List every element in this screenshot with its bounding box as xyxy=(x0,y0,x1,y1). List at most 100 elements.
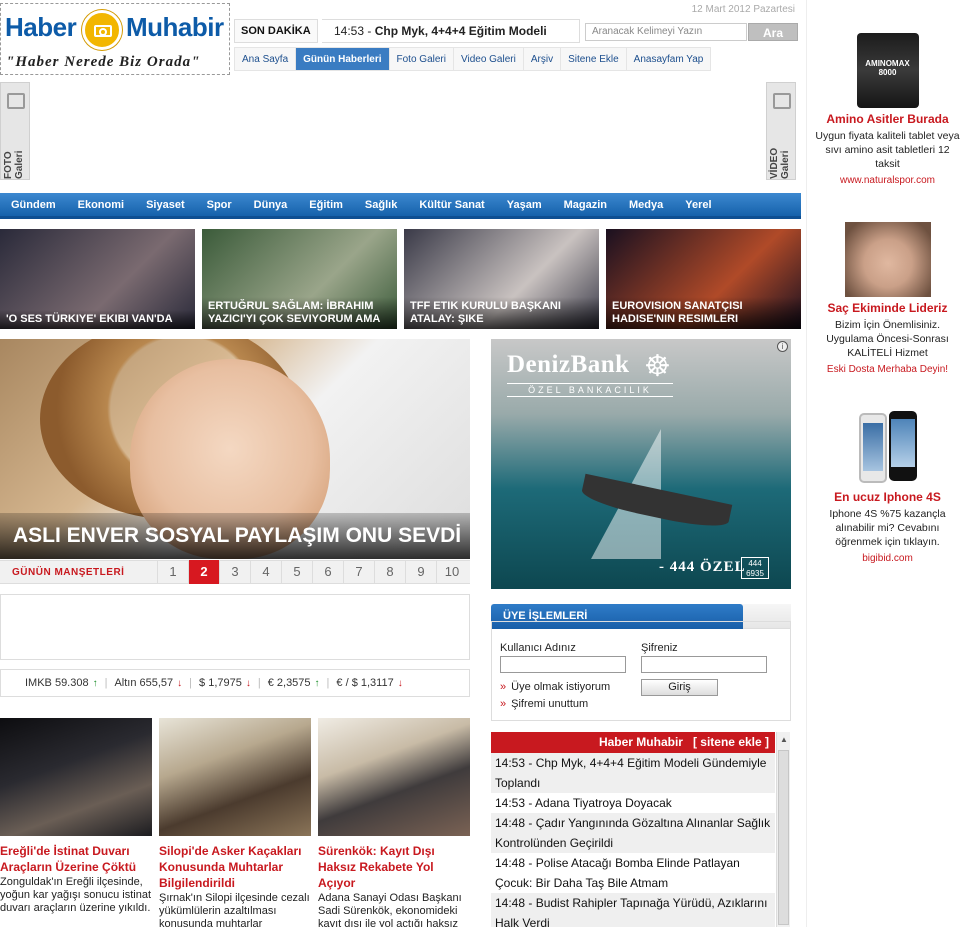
denizbank-ad[interactable]: DenizBank ☸ ÖZEL BANKACILIK - 444 ÖZEL 4… xyxy=(491,339,791,589)
ad-iphone[interactable]: En ucuz Iphone 4S Iphone 4S %75 kazançla… xyxy=(807,411,967,564)
market-item: € / $ 1,3117 ↓ xyxy=(336,677,402,689)
thumbnail-caption[interactable]: TFF Etik Kurulu Başkanı Atalay: Şike xyxy=(404,297,599,329)
chevron-right-icon: » xyxy=(500,681,507,693)
category-item[interactable]: Yerel xyxy=(674,199,722,211)
arrow-up-icon: ↑ xyxy=(92,678,98,689)
pager-page[interactable]: 10 xyxy=(436,560,467,584)
pager-page[interactable]: 4 xyxy=(250,560,281,584)
username-input[interactable] xyxy=(500,656,626,673)
topnav-item[interactable]: Sitene Ekle xyxy=(561,47,627,71)
news-card[interactable]: Sürenkök: Kayıt Dışı Haksız Rekabete Yol… xyxy=(318,718,470,927)
news-card[interactable]: Silopi'de Asker Kaçakları Konusunda Muht… xyxy=(159,718,311,927)
news-title[interactable]: Ereğli'de İstinat Duvarı Araçların Üzeri… xyxy=(0,843,152,875)
pager-page[interactable]: 3 xyxy=(219,560,250,584)
category-item[interactable]: Yaşam xyxy=(496,199,553,211)
forgot-password-link[interactable]: » Şifremi unuttum xyxy=(500,698,588,710)
login-button[interactable]: Giriş xyxy=(641,679,718,696)
topnav-item[interactable]: Ana Sayfa xyxy=(234,47,297,71)
search-button[interactable]: Ara xyxy=(748,23,798,41)
photo-gallery-label: FOTO Galeri xyxy=(3,150,25,179)
breaking-news-ticker[interactable]: 14:53 - Chp Myk, 4+4+4 Eğitim Modeli xyxy=(322,19,580,43)
market-value: IMKB 59.308 xyxy=(25,677,89,689)
headline-caption[interactable]: ASLI ENVER SOSYAL PAYLAŞIM ONU SEVDİ xyxy=(0,513,470,559)
thumbnail-caption[interactable]: 'O Ses Türkiye' ekibi Van'da xyxy=(0,310,195,329)
search-input[interactable]: Aranacak Kelimeyi Yazın xyxy=(585,23,747,41)
video-gallery-tab[interactable]: VİDEO Galeri xyxy=(766,82,796,180)
thumbnail-news[interactable]: 'O Ses Türkiye' ekibi Van'da xyxy=(0,229,195,329)
pager-page[interactable]: 2 xyxy=(188,560,219,584)
news-title[interactable]: Sürenkök: Kayıt Dışı Haksız Rekabete Yol… xyxy=(318,843,470,891)
category-item[interactable]: Dünya xyxy=(243,199,299,211)
site-logo[interactable]: Haber Muhabir "Haber Nerede Biz Orada" xyxy=(0,3,230,75)
separator: | xyxy=(257,677,261,689)
headline-photo[interactable]: ASLI ENVER SOSYAL PAYLAŞIM ONU SEVDİ xyxy=(0,339,470,559)
feed-scrollbar[interactable]: ▲ xyxy=(776,732,790,927)
separator: | xyxy=(189,677,193,689)
feed-item[interactable]: 14:53 - Adana Tiyatroya Doyacak xyxy=(491,793,775,813)
topnav-item[interactable]: Anasayfam Yap xyxy=(626,47,712,71)
pager-page[interactable]: 9 xyxy=(405,560,436,584)
category-item[interactable]: Siyaset xyxy=(135,199,196,211)
category-item[interactable]: Kültür Sanat xyxy=(408,199,495,211)
ad-hair[interactable]: Saç Ekiminde Lideriz Bizim İçin Önemlisi… xyxy=(807,222,967,375)
supplement-image: AMINOMAX 8000 xyxy=(856,33,919,108)
ad-info-icon[interactable]: i xyxy=(777,341,788,352)
ad-title[interactable]: Saç Ekiminde Lideriz xyxy=(807,301,967,315)
feed-add-link[interactable]: [ sitene ekle ] xyxy=(693,735,769,749)
password-label: Şifreniz xyxy=(641,642,678,654)
feed-item[interactable]: 14:48 - Budist Rahipler Tapınağa Yürüdü,… xyxy=(491,893,775,927)
bank-subtitle: ÖZEL BANKACILIK xyxy=(507,383,673,397)
scroll-up-icon[interactable]: ▲ xyxy=(780,735,788,744)
category-item[interactable]: Medya xyxy=(618,199,674,211)
thumbnail-news[interactable]: Ertuğrul Sağlam: İbrahim Yazıcı'yı çok s… xyxy=(202,229,397,329)
topnav-item[interactable]: Günün Haberleri xyxy=(296,47,390,71)
feed-item[interactable]: 14:48 - Çadır Yangınında Gözaltına Alına… xyxy=(491,813,775,853)
thumbnail-news[interactable]: Eurovision sanatçısı Hadise'nin resimler… xyxy=(606,229,801,329)
market-value: € 2,3575 xyxy=(267,677,311,689)
category-item[interactable]: Magazin xyxy=(553,199,618,211)
market-item: $ 1,7975 ↓ xyxy=(199,677,251,689)
category-item[interactable]: Eğitim xyxy=(298,199,354,211)
market-item: € 2,3575 ↑ xyxy=(268,677,320,689)
news-title[interactable]: Silopi'de Asker Kaçakları Konusunda Muht… xyxy=(159,843,311,891)
category-item[interactable]: Sağlık xyxy=(354,199,408,211)
feed-item[interactable]: 14:53 - Chp Myk, 4+4+4 Eğitim Modeli Gün… xyxy=(491,753,775,793)
thumbnail-news[interactable]: TFF Etik Kurulu Başkanı Atalay: Şike xyxy=(404,229,599,329)
news-card[interactable]: Ereğli'de İstinat Duvarı Araçların Üzeri… xyxy=(0,718,152,915)
photo-gallery-tab[interactable]: FOTO Galeri xyxy=(0,82,30,180)
feed-item[interactable]: 14:48 - Polise Atacağı Bomba Elinde Patl… xyxy=(491,853,775,893)
news-image[interactable] xyxy=(318,718,470,836)
pager-page[interactable]: 8 xyxy=(374,560,405,584)
ship-wheel-icon: ☸ xyxy=(644,350,671,383)
news-image[interactable] xyxy=(159,718,311,836)
headline-pager: GÜNÜN MANŞETLERİ 1 2 3 4 5 6 7 8 9 10 xyxy=(0,560,470,584)
username-label: Kullanıcı Adınız xyxy=(500,642,576,654)
pager-page[interactable]: 1 xyxy=(157,560,188,584)
ad-amino[interactable]: AMINOMAX 8000 Amino Asitler Burada Uygun… xyxy=(807,33,967,186)
video-gallery-label: VİDEO Galeri xyxy=(769,147,791,179)
topnav-item[interactable]: Arşiv xyxy=(523,47,562,71)
ad-title[interactable]: Amino Asitler Burada xyxy=(807,112,967,126)
bank-phone-box: 444 6935 xyxy=(741,557,769,579)
password-input[interactable] xyxy=(641,656,767,673)
ad-title[interactable]: En ucuz Iphone 4S xyxy=(807,490,967,504)
topnav-item[interactable]: Video Galeri xyxy=(453,47,524,71)
logo-text-left: Haber xyxy=(5,12,77,42)
register-link[interactable]: » Üye olmak istiyorum xyxy=(500,681,610,693)
category-item[interactable]: Gündem xyxy=(0,199,67,211)
ad-url[interactable]: bigibid.com xyxy=(807,553,967,564)
pager-page[interactable]: 5 xyxy=(281,560,312,584)
feed-title: Haber Muhabir xyxy=(598,735,683,749)
pager-page[interactable]: 6 xyxy=(312,560,343,584)
thumbnail-caption[interactable]: Eurovision sanatçısı Hadise'nin resimler… xyxy=(606,297,801,329)
news-image[interactable] xyxy=(0,718,152,836)
topnav-item[interactable]: Foto Galeri xyxy=(389,47,454,71)
pager-page[interactable]: 7 xyxy=(343,560,374,584)
category-item[interactable]: Ekonomi xyxy=(67,199,135,211)
category-item[interactable]: Spor xyxy=(196,199,243,211)
thumbnail-caption[interactable]: Ertuğrul Sağlam: İbrahim Yazıcı'yı çok s… xyxy=(202,297,397,329)
ad-url[interactable]: Eski Dosta Merhaba Deyin! xyxy=(807,364,967,375)
news-summary: Adana Sanayi Odası Başkanı Sadi Sürenkök… xyxy=(318,892,462,927)
hair-transplant-image xyxy=(844,222,931,297)
ad-url[interactable]: www.naturalspor.com xyxy=(807,175,967,186)
